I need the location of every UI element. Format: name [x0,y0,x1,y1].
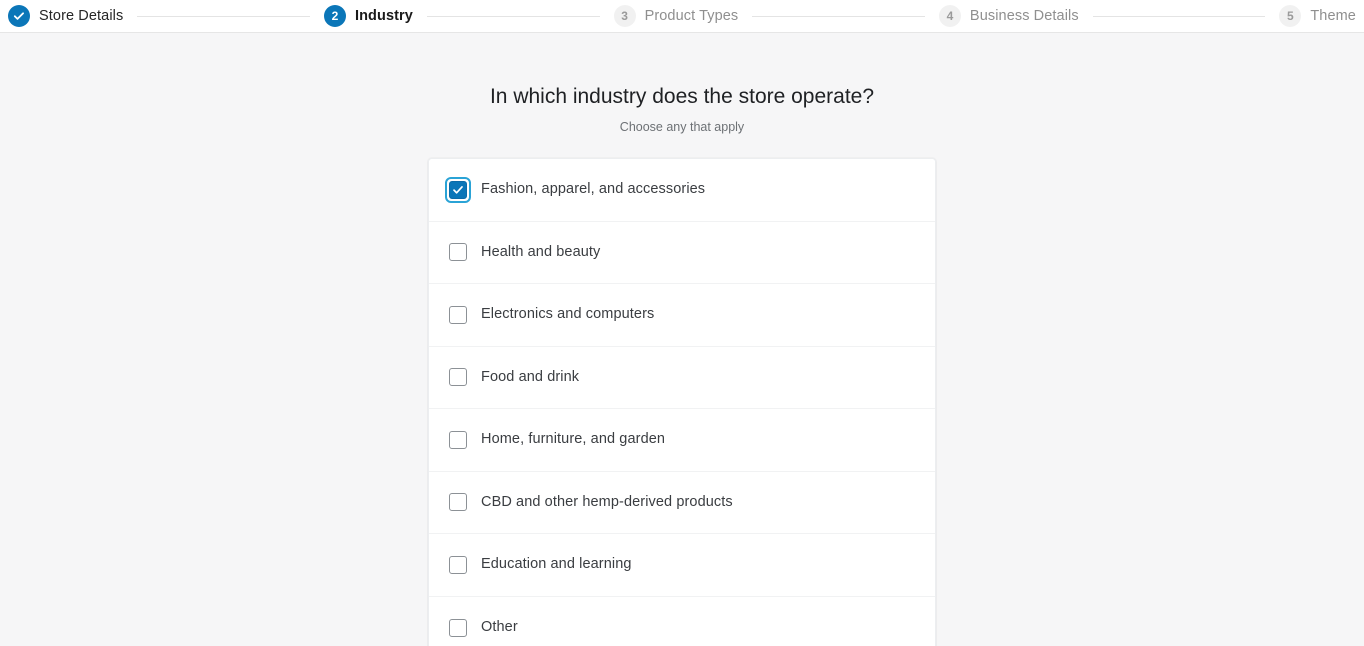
industry-option-label: Electronics and computers [481,306,654,323]
stepper-step-label: Industry [355,8,413,24]
stepper-step-label: Product Types [645,8,739,24]
checkbox-box [449,368,467,386]
stepper-step-industry[interactable]: 2 Industry [324,5,413,27]
check-icon [8,5,30,27]
industry-option-label: Fashion, apparel, and accessories [481,181,705,198]
industry-option-label: Other [481,619,518,636]
checkbox-unchecked-icon[interactable] [449,431,467,449]
stepper-step-number: 5 [1279,5,1301,27]
checkbox-box [449,243,467,261]
page-subtitle: Choose any that apply [620,120,744,134]
industry-option-row[interactable]: Health and beauty [429,222,935,285]
industry-option-label: Education and learning [481,556,632,573]
stepper-step-theme[interactable]: 5 Theme [1279,5,1356,27]
industry-option-label: CBD and other hemp-derived products [481,494,733,511]
checkbox-unchecked-icon[interactable] [449,493,467,511]
checkbox-unchecked-icon[interactable] [449,619,467,637]
industry-option-label: Health and beauty [481,244,600,261]
stepper-step-label: Business Details [970,8,1079,24]
industry-option-row[interactable]: Fashion, apparel, and accessories [429,159,935,222]
stepper-step-label: Theme [1310,8,1356,24]
checkbox-unchecked-icon[interactable] [449,306,467,324]
industry-option-label: Home, furniture, and garden [481,431,665,448]
industry-options-card: Fashion, apparel, and accessories Health … [428,158,936,646]
checkbox-unchecked-icon[interactable] [449,368,467,386]
stepper-connector [137,16,310,17]
industry-option-row[interactable]: Home, furniture, and garden [429,409,935,472]
onboarding-stepper: Store Details 2 Industry 3 Product Types 4 Bus… [0,0,1364,33]
industry-option-row[interactable]: Food and drink [429,347,935,410]
checkbox-box [449,493,467,511]
stepper-step-store-details[interactable]: Store Details [8,5,123,27]
stepper-connector [1093,16,1266,17]
checkbox-box [449,306,467,324]
checkbox-box [449,431,467,449]
industry-option-row[interactable]: CBD and other hemp-derived products [429,472,935,535]
stepper-step-label: Store Details [39,8,123,24]
stepper-connector [752,16,925,17]
stepper-step-number: 2 [324,5,346,27]
industry-option-row[interactable]: Electronics and computers [429,284,935,347]
checkbox-box [449,556,467,574]
checkbox-box [449,619,467,637]
checkbox-unchecked-icon[interactable] [449,556,467,574]
stepper-step-number: 3 [614,5,636,27]
page-title: In which industry does the store operate… [490,84,874,109]
stepper-track: Store Details 2 Industry 3 Product Types 4 Bus… [8,0,1356,32]
main-content: In which industry does the store operate… [0,33,1364,646]
checkbox-unchecked-icon[interactable] [449,243,467,261]
check-icon [449,181,467,199]
industry-option-label: Food and drink [481,369,579,386]
stepper-step-business-details[interactable]: 4 Business Details [939,5,1079,27]
industry-option-row[interactable]: Other [429,597,935,646]
checkbox-checked-icon[interactable] [449,181,467,199]
stepper-step-product-types[interactable]: 3 Product Types [614,5,739,27]
industry-option-row[interactable]: Education and learning [429,534,935,597]
stepper-step-number: 4 [939,5,961,27]
stepper-connector [427,16,600,17]
